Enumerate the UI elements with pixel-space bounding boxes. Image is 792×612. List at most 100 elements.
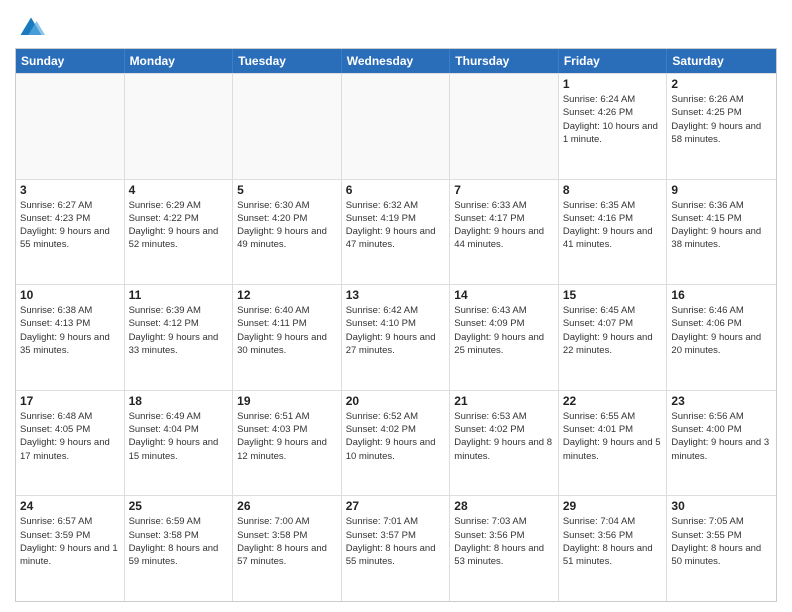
day-info: Sunrise: 6:52 AM Sunset: 4:02 PM Dayligh… [346,410,446,463]
cal-cell: 8 Sunrise: 6:35 AM Sunset: 4:16 PM Daylig… [559,180,668,285]
day-info: Sunrise: 6:33 AM Sunset: 4:17 PM Dayligh… [454,199,554,252]
calendar: SundayMondayTuesdayWednesdayThursdayFrid… [15,48,777,602]
cal-cell: 22 Sunrise: 6:55 AM Sunset: 4:01 PM Dayli… [559,391,668,496]
day-info: Sunrise: 7:04 AM Sunset: 3:56 PM Dayligh… [563,515,663,568]
day-info: Sunrise: 6:59 AM Sunset: 3:58 PM Dayligh… [129,515,229,568]
day-number: 9 [671,183,772,197]
cal-cell: 2 Sunrise: 6:26 AM Sunset: 4:25 PM Daylig… [667,74,776,179]
day-info: Sunrise: 6:43 AM Sunset: 4:09 PM Dayligh… [454,304,554,357]
day-info: Sunrise: 7:00 AM Sunset: 3:58 PM Dayligh… [237,515,337,568]
logo [15,14,45,42]
cal-cell: 28 Sunrise: 7:03 AM Sunset: 3:56 PM Dayli… [450,496,559,601]
day-number: 2 [671,77,772,91]
day-number: 24 [20,499,120,513]
cal-cell: 10 Sunrise: 6:38 AM Sunset: 4:13 PM Dayli… [16,285,125,390]
day-info: Sunrise: 6:32 AM Sunset: 4:19 PM Dayligh… [346,199,446,252]
cal-cell: 30 Sunrise: 7:05 AM Sunset: 3:55 PM Dayli… [667,496,776,601]
cal-cell: 21 Sunrise: 6:53 AM Sunset: 4:02 PM Dayli… [450,391,559,496]
cal-cell: 17Sunrise: 6:48 AM Sunset: 4:05 PM Dayli… [16,391,125,496]
cal-cell: 1 Sunrise: 6:24 AM Sunset: 4:26 PM Daylig… [559,74,668,179]
day-info: Sunrise: 7:01 AM Sunset: 3:57 PM Dayligh… [346,515,446,568]
day-number: 5 [237,183,337,197]
day-number: 1 [563,77,663,91]
cal-cell: 29 Sunrise: 7:04 AM Sunset: 3:56 PM Dayli… [559,496,668,601]
day-number: 29 [563,499,663,513]
day-info: Sunrise: 6:36 AM Sunset: 4:15 PM Dayligh… [671,199,772,252]
day-number: 21 [454,394,554,408]
day-info: Sunrise: 6:40 AM Sunset: 4:11 PM Dayligh… [237,304,337,357]
logo-icon [17,14,45,42]
day-info: Sunrise: 6:38 AM Sunset: 4:13 PM Dayligh… [20,304,120,357]
day-number: 8 [563,183,663,197]
header-day-tuesday: Tuesday [233,49,342,73]
cal-cell [450,74,559,179]
header-day-sunday: Sunday [16,49,125,73]
day-info: Sunrise: 7:05 AM Sunset: 3:55 PM Dayligh… [671,515,772,568]
cal-cell: 15Sunrise: 6:45 AM Sunset: 4:07 PM Dayli… [559,285,668,390]
day-number: 14 [454,288,554,302]
day-number: 16 [671,288,772,302]
cal-cell: 6 Sunrise: 6:32 AM Sunset: 4:19 PM Daylig… [342,180,451,285]
cal-cell: 18Sunrise: 6:49 AM Sunset: 4:04 PM Dayli… [125,391,234,496]
day-info: Sunrise: 6:27 AM Sunset: 4:23 PM Dayligh… [20,199,120,252]
day-info: Sunrise: 6:30 AM Sunset: 4:20 PM Dayligh… [237,199,337,252]
cal-cell [342,74,451,179]
day-number: 6 [346,183,446,197]
header-day-wednesday: Wednesday [342,49,451,73]
week-row-2: 3 Sunrise: 6:27 AM Sunset: 4:23 PM Daylig… [16,179,776,285]
cal-cell: 12 Sunrise: 6:40 AM Sunset: 4:11 PM Dayli… [233,285,342,390]
day-number: 26 [237,499,337,513]
day-info: Sunrise: 6:39 AM Sunset: 4:12 PM Dayligh… [129,304,229,357]
day-number: 27 [346,499,446,513]
day-number: 10 [20,288,120,302]
cal-cell: 19 Sunrise: 6:51 AM Sunset: 4:03 PM Dayli… [233,391,342,496]
day-number: 20 [346,394,446,408]
day-number: 19 [237,394,337,408]
calendar-body: 1 Sunrise: 6:24 AM Sunset: 4:26 PM Daylig… [16,73,776,601]
header-day-friday: Friday [559,49,668,73]
day-number: 22 [563,394,663,408]
day-info: Sunrise: 6:24 AM Sunset: 4:26 PM Dayligh… [563,93,663,146]
day-info: Sunrise: 6:29 AM Sunset: 4:22 PM Dayligh… [129,199,229,252]
day-info: Sunrise: 6:46 AM Sunset: 4:06 PM Dayligh… [671,304,772,357]
day-info: Sunrise: 6:56 AM Sunset: 4:00 PM Dayligh… [671,410,772,463]
day-number: 3 [20,183,120,197]
week-row-3: 10 Sunrise: 6:38 AM Sunset: 4:13 PM Dayli… [16,284,776,390]
page: SundayMondayTuesdayWednesdayThursdayFrid… [0,0,792,612]
day-info: Sunrise: 6:55 AM Sunset: 4:01 PM Dayligh… [563,410,663,463]
day-info: Sunrise: 6:35 AM Sunset: 4:16 PM Dayligh… [563,199,663,252]
cal-cell: 13 Sunrise: 6:42 AM Sunset: 4:10 PM Dayli… [342,285,451,390]
cal-cell: 3 Sunrise: 6:27 AM Sunset: 4:23 PM Daylig… [16,180,125,285]
cal-cell: 5 Sunrise: 6:30 AM Sunset: 4:20 PM Daylig… [233,180,342,285]
day-info: Sunrise: 6:51 AM Sunset: 4:03 PM Dayligh… [237,410,337,463]
cal-cell: 4Sunrise: 6:29 AM Sunset: 4:22 PM Daylig… [125,180,234,285]
day-info: Sunrise: 6:48 AM Sunset: 4:05 PM Dayligh… [20,410,120,463]
cal-cell [125,74,234,179]
calendar-header: SundayMondayTuesdayWednesdayThursdayFrid… [16,49,776,73]
day-info: Sunrise: 6:42 AM Sunset: 4:10 PM Dayligh… [346,304,446,357]
cal-cell: 7 Sunrise: 6:33 AM Sunset: 4:17 PM Daylig… [450,180,559,285]
day-number: 12 [237,288,337,302]
header-day-saturday: Saturday [667,49,776,73]
cal-cell: 25Sunrise: 6:59 AM Sunset: 3:58 PM Dayli… [125,496,234,601]
day-info: Sunrise: 7:03 AM Sunset: 3:56 PM Dayligh… [454,515,554,568]
day-info: Sunrise: 6:45 AM Sunset: 4:07 PM Dayligh… [563,304,663,357]
week-row-4: 17Sunrise: 6:48 AM Sunset: 4:05 PM Dayli… [16,390,776,496]
cal-cell [233,74,342,179]
day-number: 23 [671,394,772,408]
day-number: 28 [454,499,554,513]
cal-cell: 20 Sunrise: 6:52 AM Sunset: 4:02 PM Dayli… [342,391,451,496]
day-number: 30 [671,499,772,513]
cal-cell: 11 Sunrise: 6:39 AM Sunset: 4:12 PM Dayli… [125,285,234,390]
cal-cell: 9 Sunrise: 6:36 AM Sunset: 4:15 PM Daylig… [667,180,776,285]
cal-cell [16,74,125,179]
day-info: Sunrise: 6:53 AM Sunset: 4:02 PM Dayligh… [454,410,554,463]
day-info: Sunrise: 6:26 AM Sunset: 4:25 PM Dayligh… [671,93,772,146]
day-number: 13 [346,288,446,302]
day-number: 11 [129,288,229,302]
day-number: 18 [129,394,229,408]
cal-cell: 24Sunrise: 6:57 AM Sunset: 3:59 PM Dayli… [16,496,125,601]
cal-cell: 23 Sunrise: 6:56 AM Sunset: 4:00 PM Dayli… [667,391,776,496]
cal-cell: 27 Sunrise: 7:01 AM Sunset: 3:57 PM Dayli… [342,496,451,601]
day-number: 7 [454,183,554,197]
